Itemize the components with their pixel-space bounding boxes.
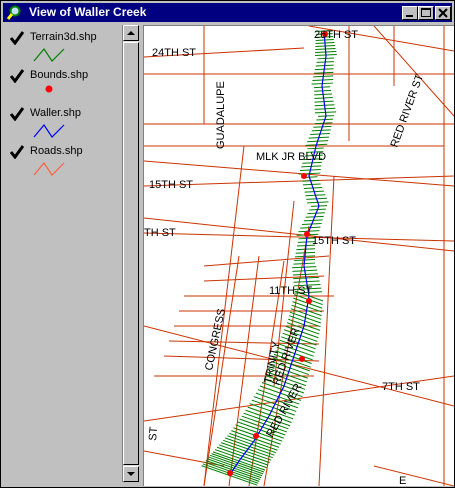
- street-labels: 26TH ST 24TH ST GUADALUPE RED RIVER ST M…: [144, 29, 426, 486]
- street-label: 24TH ST: [152, 47, 196, 59]
- street-label: GUADALUPE: [215, 81, 227, 149]
- layer-roads[interactable]: Roads.shp: [4, 143, 122, 183]
- close-button[interactable]: [435, 6, 451, 20]
- layer-name: Roads.shp: [30, 145, 83, 157]
- scroll-up-button[interactable]: [123, 25, 139, 41]
- table-of-contents: Terrain3d.shp Bounds.shp Waller.shp Road…: [4, 25, 123, 482]
- scroll-thumb[interactable]: [123, 42, 139, 465]
- layer-name: Terrain3d.shp: [30, 31, 97, 43]
- street-label: 26TH ST: [314, 29, 358, 41]
- checkmark-icon[interactable]: [10, 145, 24, 159]
- layer-bounds[interactable]: Bounds.shp: [4, 67, 122, 107]
- checkmark-icon[interactable]: [10, 69, 24, 83]
- street-label: ST: [147, 426, 160, 441]
- checkmark-icon[interactable]: [10, 107, 24, 121]
- street-label: 7TH ST: [382, 381, 420, 393]
- scroll-down-button[interactable]: [123, 466, 139, 482]
- layer-name: Bounds.shp: [30, 69, 89, 81]
- map-view[interactable]: 26TH ST 24TH ST GUADALUPE RED RIVER ST M…: [143, 25, 454, 486]
- street-label: TH ST: [144, 227, 176, 239]
- street-label: 11TH ST: [269, 285, 312, 297]
- street-label: E: [399, 475, 406, 486]
- minimize-button[interactable]: [402, 6, 418, 20]
- map-window: View of Waller Creek Terrain3d.shp Bound…: [0, 0, 455, 488]
- street-label: 15TH ST: [149, 179, 193, 191]
- maximize-button[interactable]: [418, 6, 434, 20]
- street-label: 15TH ST: [312, 235, 356, 247]
- close-icon: [438, 8, 448, 18]
- legend-scrollbar[interactable]: [123, 25, 139, 482]
- street-label: CONGRESS: [203, 308, 228, 372]
- red-line-symbol-icon: [33, 161, 65, 176]
- blue-line-symbol-icon: [33, 123, 65, 138]
- green-line-symbol-icon: [33, 47, 65, 62]
- red-dot-symbol-icon: [45, 85, 53, 93]
- minimize-icon: [406, 15, 413, 17]
- maximize-icon: [421, 8, 431, 17]
- magnifier-icon: [6, 5, 21, 20]
- title-bar[interactable]: View of Waller Creek: [3, 3, 452, 22]
- checkmark-icon[interactable]: [10, 31, 24, 45]
- map-canvas[interactable]: 26TH ST 24TH ST GUADALUPE RED RIVER ST M…: [144, 26, 454, 486]
- layer-waller[interactable]: Waller.shp: [4, 105, 122, 145]
- window-title: View of Waller Creek: [29, 5, 147, 19]
- arrow-down-icon: [127, 472, 135, 476]
- arrow-up-icon: [127, 31, 135, 35]
- layer-name: Waller.shp: [30, 107, 81, 119]
- layer-terrain3d[interactable]: Terrain3d.shp: [4, 29, 122, 69]
- street-label: MLK JR BLVD: [256, 151, 326, 163]
